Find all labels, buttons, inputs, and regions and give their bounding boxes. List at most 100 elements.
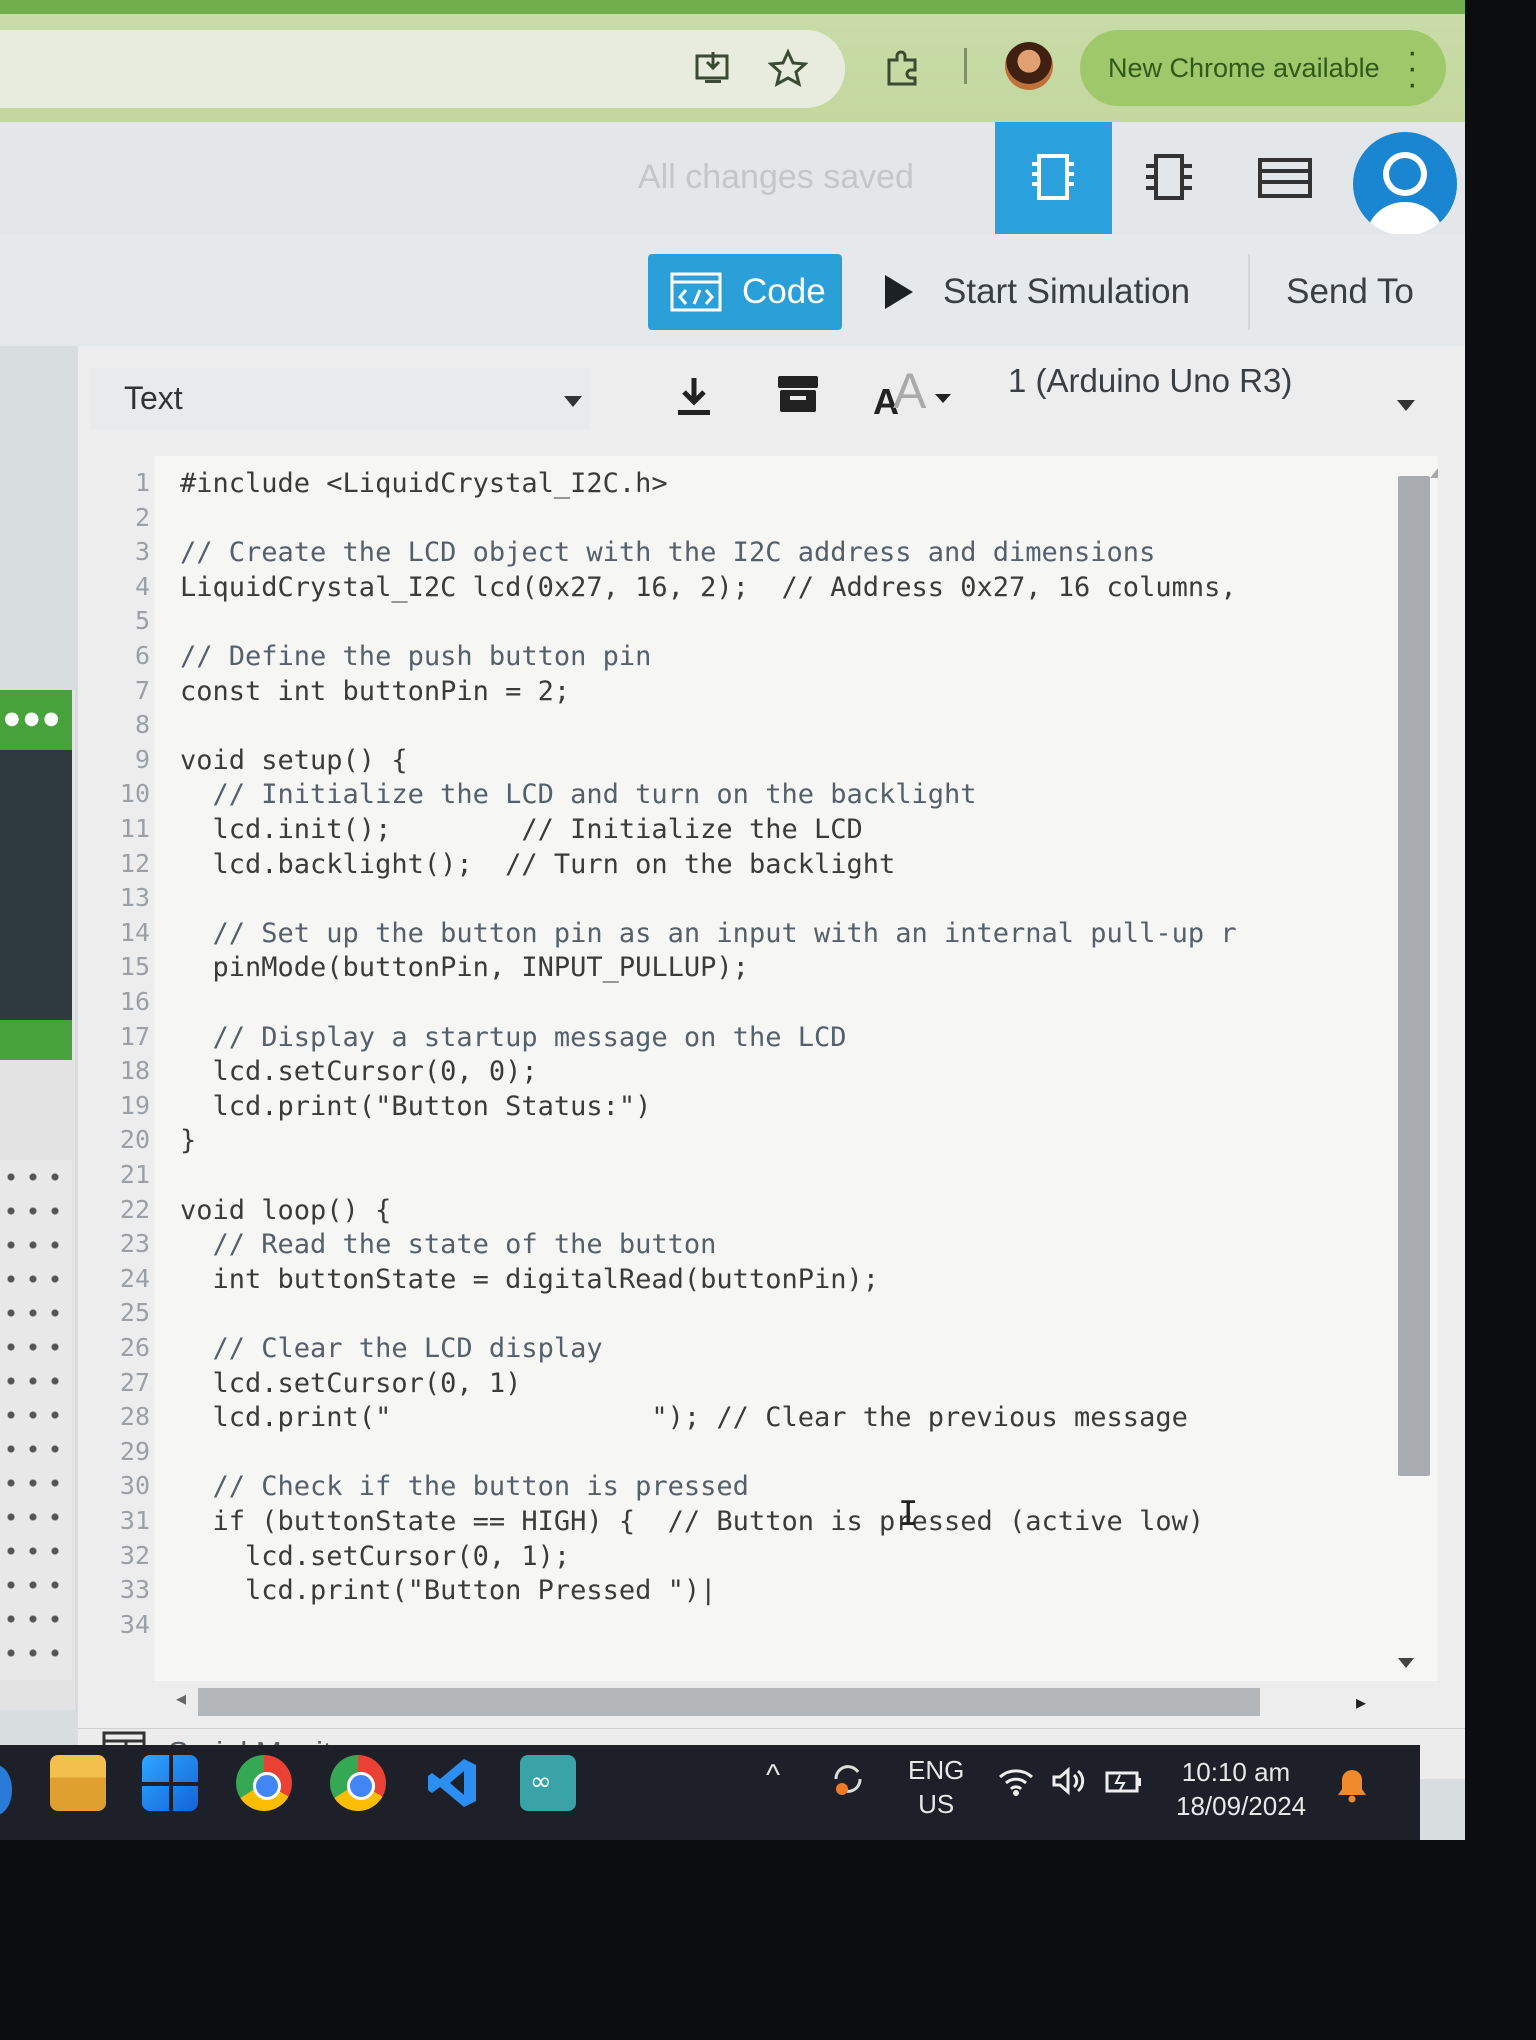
code-line[interactable]: 31 if (buttonState == HIGH) { // Button … (78, 1506, 1378, 1540)
code-editor[interactable]: 1 #include <LiquidCrystal_I2C.h> 2 3// Crea… (78, 456, 1438, 1681)
code-line[interactable]: 13 (78, 883, 1378, 917)
schematic-view-button[interactable] (1114, 122, 1224, 234)
code-line[interactable]: 23 // Read the state of the button (78, 1229, 1378, 1263)
code-line[interactable]: 16 (78, 987, 1378, 1021)
circuit-view-button[interactable] (995, 122, 1112, 234)
scroll-right-icon[interactable]: ▸ (1356, 1690, 1366, 1714)
font-size-icon[interactable]: A A (873, 368, 953, 418)
star-icon[interactable] (768, 48, 808, 88)
line-number: 25 (119, 1298, 150, 1328)
wifi-icon[interactable] (996, 1765, 1036, 1797)
volume-icon[interactable] (1050, 1765, 1090, 1797)
code-line[interactable]: 19 lcd.print("Button Status:") (78, 1091, 1378, 1125)
line-text: const int buttonPin = 2; (180, 675, 571, 707)
code-line[interactable]: 24 int buttonState = digitalRead(buttonP… (78, 1264, 1378, 1298)
browser-toolbar: New Chrome available · · · (0, 0, 1465, 122)
notification-bell-icon[interactable] (1336, 1767, 1368, 1803)
extensions-icon[interactable] (883, 48, 923, 88)
input-language[interactable]: ENG US (908, 1753, 964, 1821)
code-line[interactable]: 33 lcd.print("Button Pressed ")| (78, 1575, 1378, 1609)
line-number: 2 (134, 502, 150, 532)
code-line[interactable]: 15 pinMode(buttonPin, INPUT_PULLUP); (78, 952, 1378, 986)
widgets-icon[interactable] (0, 1765, 12, 1815)
download-icon[interactable] (674, 374, 714, 418)
file-explorer-icon[interactable] (50, 1755, 106, 1811)
code-line[interactable]: 21 (78, 1160, 1378, 1194)
save-status: All changes saved (638, 158, 914, 196)
horizontal-scrollbar[interactable] (198, 1688, 1260, 1716)
menu-dots-icon[interactable]: · · · (1407, 35, 1418, 101)
windows-start-icon[interactable] (142, 1755, 198, 1811)
code-line[interactable]: 18 lcd.setCursor(0, 0); (78, 1056, 1378, 1090)
code-line[interactable]: 28 lcd.print(" "); // Clear the previous… (78, 1402, 1378, 1436)
code-line[interactable]: 20} (78, 1125, 1378, 1159)
code-line[interactable]: 9 void setup() { (78, 745, 1378, 779)
clock[interactable]: 10:10 am 18/09/2024 (1176, 1755, 1307, 1823)
code-line[interactable]: 32 lcd.setCursor(0, 1); (78, 1541, 1378, 1575)
vscode-icon[interactable] (424, 1755, 480, 1811)
scroll-left-icon[interactable]: ◂ (176, 1686, 186, 1710)
code-line[interactable]: 17 // Display a startup message on the L… (78, 1022, 1378, 1056)
update-chrome-button[interactable]: New Chrome available · · · (1080, 30, 1446, 106)
code-line[interactable]: 29 (78, 1437, 1378, 1471)
toolbar-divider (964, 48, 967, 84)
line-text: if (buttonState == HIGH) { // Button is … (180, 1506, 1205, 1537)
code-line[interactable]: 7 const int buttonPin = 2; (78, 676, 1378, 710)
code-panel: Text A A 1 (Arduino Uno R3) 1 #include <L… (78, 346, 1465, 1779)
line-number: 27 (119, 1367, 150, 1397)
line-text: pinMode(buttonPin, INPUT_PULLUP); (180, 952, 749, 984)
text-cursor-icon: I (898, 1494, 919, 1534)
install-app-icon[interactable] (693, 48, 733, 88)
line-number: 7 (134, 675, 150, 705)
battery-icon[interactable] (1104, 1765, 1144, 1797)
code-line[interactable]: 14 // Set up the button pin as an input … (78, 918, 1378, 952)
line-text: int buttonState = digitalRead(buttonPin)… (180, 1263, 879, 1295)
chrome-alt-icon[interactable] (330, 1755, 386, 1811)
code-line[interactable]: 27 lcd.setCursor(0, 1) (78, 1368, 1378, 1402)
code-line[interactable]: 5 (78, 606, 1378, 640)
line-text: // Define the push button pin (180, 641, 652, 672)
library-icon[interactable] (776, 374, 820, 414)
code-line[interactable]: 34 (78, 1610, 1378, 1644)
circuit-canvas-edge[interactable]: ●●● (0, 690, 75, 1710)
arduino-icon[interactable]: ∞ (520, 1755, 576, 1811)
component-list-button[interactable] (1230, 122, 1340, 234)
line-number: 34 (119, 1609, 150, 1639)
code-line[interactable]: 8 (78, 710, 1378, 744)
code-line[interactable]: 12 lcd.backlight(); // Turn on the backl… (78, 849, 1378, 883)
scroll-down-icon[interactable] (1396, 1656, 1416, 1670)
code-line[interactable]: 2 (78, 503, 1378, 537)
code-line[interactable]: 3 // Create the LCD object with the I2C a… (78, 537, 1378, 571)
line-number: 12 (119, 848, 150, 878)
clock-date: 18/09/2024 (1176, 1791, 1307, 1821)
code-line[interactable]: 1 #include <LiquidCrystal_I2C.h> (78, 468, 1378, 502)
profile-avatar[interactable] (1005, 42, 1053, 90)
chrome-icon[interactable] (236, 1755, 292, 1811)
chevron-down-icon (564, 396, 582, 407)
code-line[interactable]: 6 // Define the push button pin (78, 641, 1378, 675)
line-text: LiquidCrystal_I2C lcd(0x27, 16, 2); // A… (180, 571, 1237, 603)
line-number: 15 (119, 952, 150, 982)
send-to-button[interactable]: Send To (1248, 254, 1450, 330)
line-number: 10 (119, 779, 150, 809)
start-simulation-button[interactable]: Start Simulation (885, 254, 1190, 330)
line-text: lcd.print("Button Pressed ")| (180, 1575, 717, 1607)
code-line[interactable]: 11 lcd.init(); // Initialize the LCD (78, 814, 1378, 848)
code-line[interactable]: 25 (78, 1298, 1378, 1332)
user-profile-icon[interactable] (1353, 132, 1457, 236)
code-line[interactable]: 10 // Initialize the LCD and turn on the… (78, 779, 1378, 813)
vertical-scrollbar[interactable] (1398, 476, 1430, 1476)
code-button[interactable]: Code (648, 254, 842, 330)
line-text: lcd.setCursor(0, 1); (180, 1540, 571, 1572)
scroll-up-icon[interactable] (1428, 466, 1438, 480)
show-hidden-icons[interactable]: ^ (766, 1759, 780, 1793)
board-select[interactable]: 1 (Arduino Uno R3) (1008, 362, 1292, 400)
code-line[interactable]: 22 void loop() { (78, 1195, 1378, 1229)
sync-icon[interactable] (828, 1759, 868, 1799)
svg-text:A: A (893, 368, 927, 418)
code-mode-select[interactable]: Text (90, 368, 590, 430)
windows-taskbar: ∞ ^ ENG US 10:10 am 18/09/2024 (0, 1745, 1420, 1840)
code-line[interactable]: 30 // Check if the button is pressed (78, 1471, 1378, 1505)
code-line[interactable]: 26 // Clear the LCD display (78, 1333, 1378, 1367)
code-line[interactable]: 4 LiquidCrystal_I2C lcd(0x27, 16, 2); // … (78, 572, 1378, 606)
